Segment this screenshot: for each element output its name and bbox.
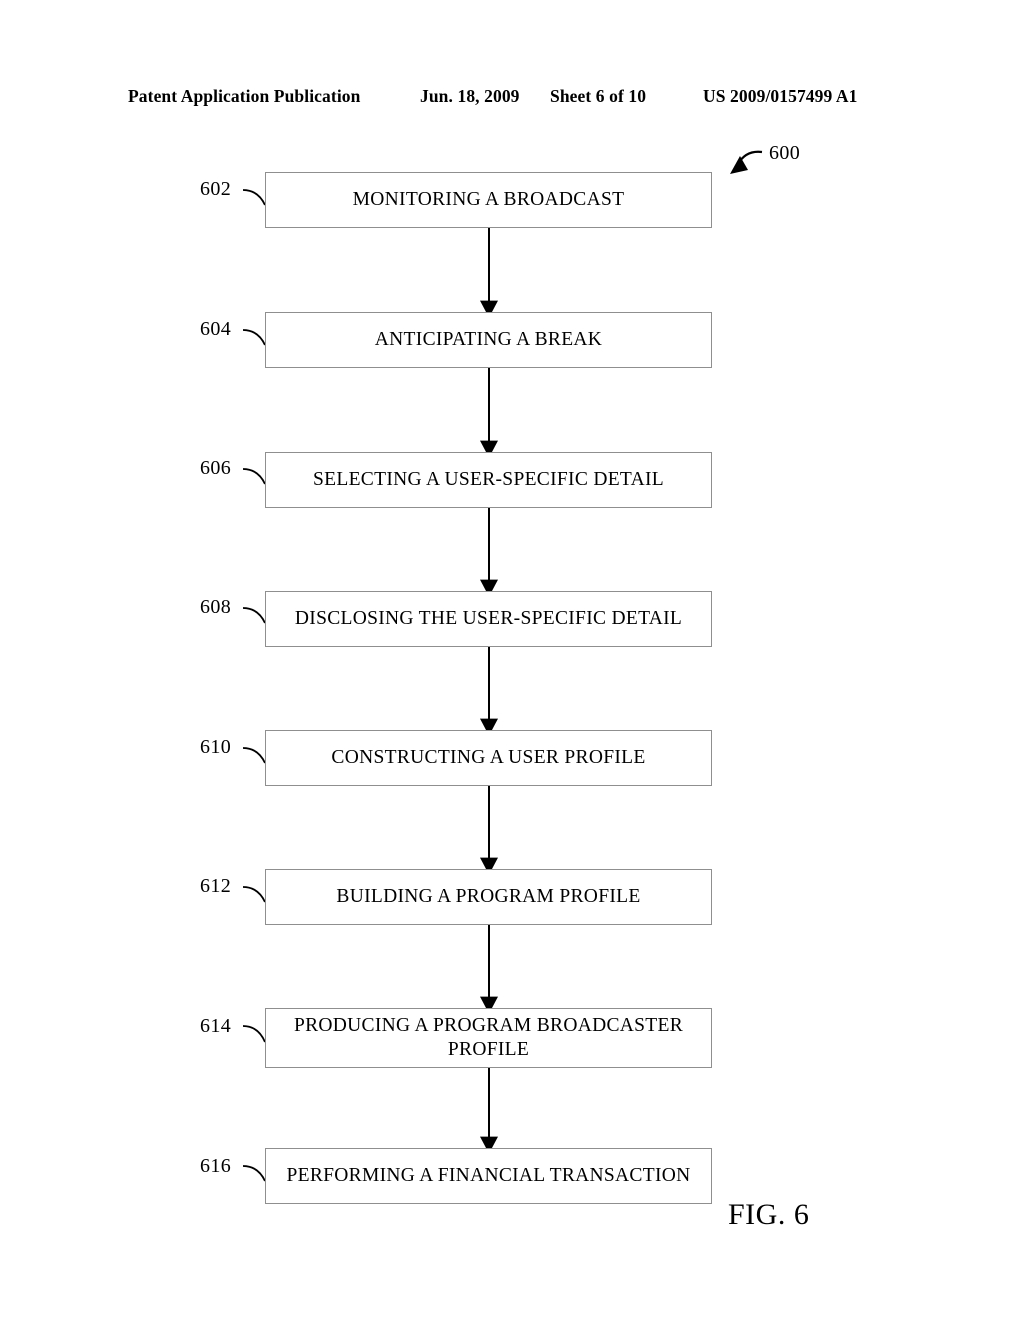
leader-line-602	[242, 189, 266, 206]
leader-line-612	[242, 886, 266, 903]
leader-line-614	[242, 1025, 266, 1043]
process-step-614-label: PRODUCING A PROGRAM BROADCASTER PROFILE	[293, 1015, 684, 1060]
leader-line-600	[737, 150, 763, 165]
reference-numeral-614: 614	[200, 1015, 232, 1037]
process-step-610-label: CONSTRUCTING A USER PROFILE	[331, 747, 646, 768]
leader-line-606	[242, 468, 266, 485]
process-step-614[interactable]: PRODUCING A PROGRAM BROADCASTER PROFILE	[265, 1008, 712, 1068]
reference-numeral-612: 612	[200, 875, 232, 897]
process-step-608-label: DISCLOSING THE USER-SPECIFIC DETAIL	[294, 608, 683, 629]
process-step-608[interactable]: DISCLOSING THE USER-SPECIFIC DETAIL	[265, 591, 712, 647]
reference-numeral-616: 616	[200, 1155, 232, 1177]
process-step-602[interactable]: MONITORING A BROADCAST	[265, 172, 712, 228]
process-step-602-label: MONITORING A BROADCAST	[352, 189, 625, 210]
process-step-606-label: SELECTING A USER-SPECIFIC DETAIL	[313, 469, 664, 490]
leader-line-608	[242, 607, 266, 624]
process-step-616-label: PERFORMING A FINANCIAL TRANSACTION	[286, 1165, 691, 1186]
process-step-604-label: ANTICIPATING A BREAK	[374, 329, 603, 350]
leader-line-604	[242, 329, 266, 346]
reference-numeral-606: 606	[200, 457, 232, 479]
reference-numeral-608: 608	[200, 596, 232, 618]
reference-numeral-600: 600	[769, 142, 801, 164]
leader-line-610	[242, 747, 266, 764]
process-step-610[interactable]: CONSTRUCTING A USER PROFILE	[265, 730, 712, 786]
figure-caption: FIG. 6	[728, 1198, 810, 1231]
flowchart-diagram: MONITORING A BROADCAST ANTICIPATING A BR…	[0, 0, 1024, 1320]
reference-numeral-610: 610	[200, 736, 232, 758]
reference-numeral-604: 604	[200, 318, 232, 340]
process-step-616[interactable]: PERFORMING A FINANCIAL TRANSACTION	[265, 1148, 712, 1204]
process-step-612[interactable]: BUILDING A PROGRAM PROFILE	[265, 869, 712, 925]
process-step-604[interactable]: ANTICIPATING A BREAK	[265, 312, 712, 368]
leader-line-616	[242, 1165, 266, 1182]
reference-numeral-602: 602	[200, 178, 232, 200]
process-step-606[interactable]: SELECTING A USER-SPECIFIC DETAIL	[265, 452, 712, 508]
leader-arrowhead-600	[730, 156, 748, 174]
process-step-612-label: BUILDING A PROGRAM PROFILE	[336, 886, 641, 907]
